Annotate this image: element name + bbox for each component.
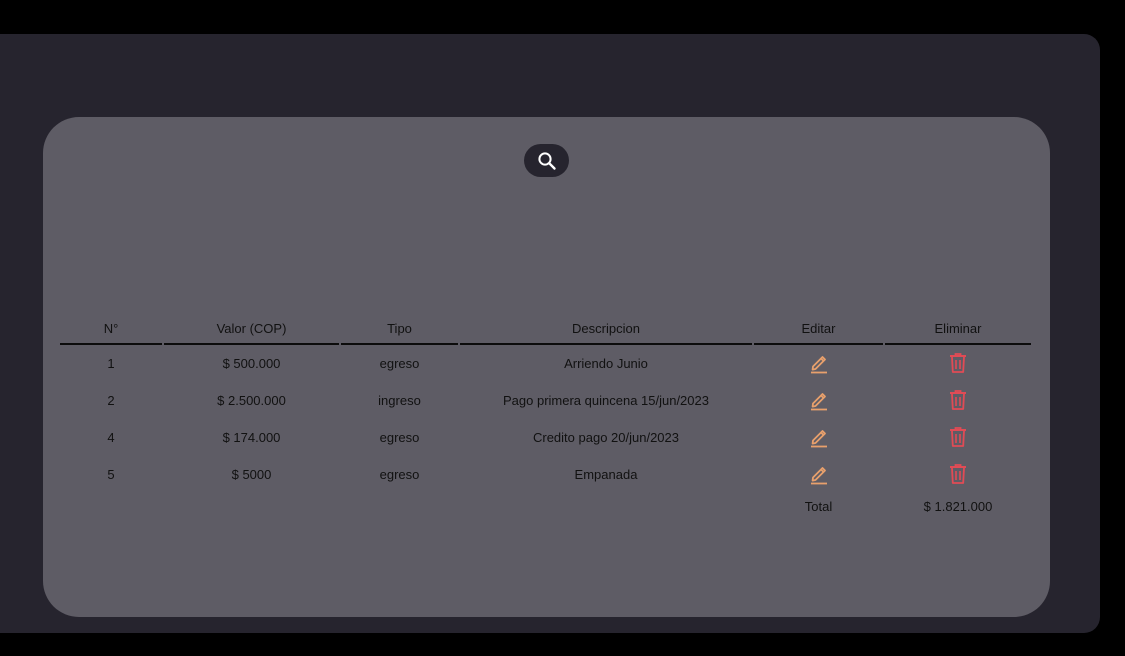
pencil-icon: [809, 463, 829, 485]
cell-tipo: egreso: [379, 430, 420, 445]
delete-button[interactable]: [946, 425, 970, 449]
header-tipo: Tipo: [341, 317, 458, 345]
cell-eliminar: [885, 456, 1031, 493]
search-button[interactable]: [524, 144, 569, 177]
table-row: 5 $ 5000 egreso Empanada: [60, 456, 1031, 493]
total-row: Total $ 1.821.000: [60, 493, 1031, 525]
header-n: N°: [60, 317, 162, 345]
cell-editar: [754, 345, 883, 382]
search-icon: [537, 151, 557, 171]
trash-icon: [948, 426, 968, 448]
header-editar: Editar: [754, 317, 883, 345]
cell-editar: [754, 419, 883, 456]
cell-descripcion: Arriendo Junio: [564, 356, 648, 371]
delete-button[interactable]: [946, 351, 970, 375]
edit-button[interactable]: [807, 388, 831, 412]
cell-eliminar: [885, 345, 1031, 382]
cell-valor: $ 2.500.000: [217, 393, 286, 408]
cell-n: 2: [107, 393, 115, 408]
edit-button[interactable]: [807, 351, 831, 375]
table-row: 1 $ 500.000 egreso Arriendo Junio: [60, 345, 1031, 382]
cell-descripcion: Pago primera quincena 15/jun/2023: [503, 393, 709, 408]
edit-button[interactable]: [807, 425, 831, 449]
header-descripcion: Descripcion: [460, 317, 752, 345]
cell-n: 4: [107, 430, 115, 445]
cell-n: 5: [107, 467, 115, 482]
table-row: 4 $ 174.000 egreso Credito pago 20/jun/2…: [60, 419, 1031, 456]
pencil-icon: [809, 426, 829, 448]
pencil-icon: [809, 352, 829, 374]
table-header-row: N° Valor (COP) Tipo Descripcion Editar E…: [60, 317, 1031, 345]
cell-valor: $ 174.000: [222, 430, 281, 445]
cell-eliminar: [885, 419, 1031, 456]
delete-button[interactable]: [946, 462, 970, 486]
cell-descripcion: Credito pago 20/jun/2023: [532, 430, 679, 445]
transactions-card: N° Valor (COP) Tipo Descripcion Editar E…: [43, 117, 1050, 617]
total-label: Total: [804, 499, 833, 514]
edit-button[interactable]: [807, 462, 831, 486]
transactions-table: N° Valor (COP) Tipo Descripcion Editar E…: [58, 317, 1033, 525]
total-value: $ 1.821.000: [923, 499, 993, 514]
cell-editar: [754, 456, 883, 493]
cell-tipo: egreso: [379, 356, 420, 371]
trash-icon: [948, 389, 968, 411]
cell-descripcion: Empanada: [574, 467, 638, 482]
header-eliminar: Eliminar: [885, 317, 1031, 345]
cell-editar: [754, 382, 883, 419]
cell-tipo: egreso: [379, 467, 420, 482]
delete-button[interactable]: [946, 388, 970, 412]
cell-eliminar: [885, 382, 1031, 419]
header-valor: Valor (COP): [164, 317, 339, 345]
trash-icon: [948, 352, 968, 374]
trash-icon: [948, 463, 968, 485]
transactions-table-wrapper: N° Valor (COP) Tipo Descripcion Editar E…: [60, 317, 1033, 525]
cell-tipo: ingreso: [378, 393, 421, 408]
app-panel: N° Valor (COP) Tipo Descripcion Editar E…: [0, 34, 1100, 633]
table-row: 2 $ 2.500.000 ingreso Pago primera quinc…: [60, 382, 1031, 419]
cell-valor: $ 500.000: [222, 356, 281, 371]
pencil-icon: [809, 389, 829, 411]
cell-n: 1: [107, 356, 115, 371]
cell-valor: $ 5000: [231, 467, 272, 482]
